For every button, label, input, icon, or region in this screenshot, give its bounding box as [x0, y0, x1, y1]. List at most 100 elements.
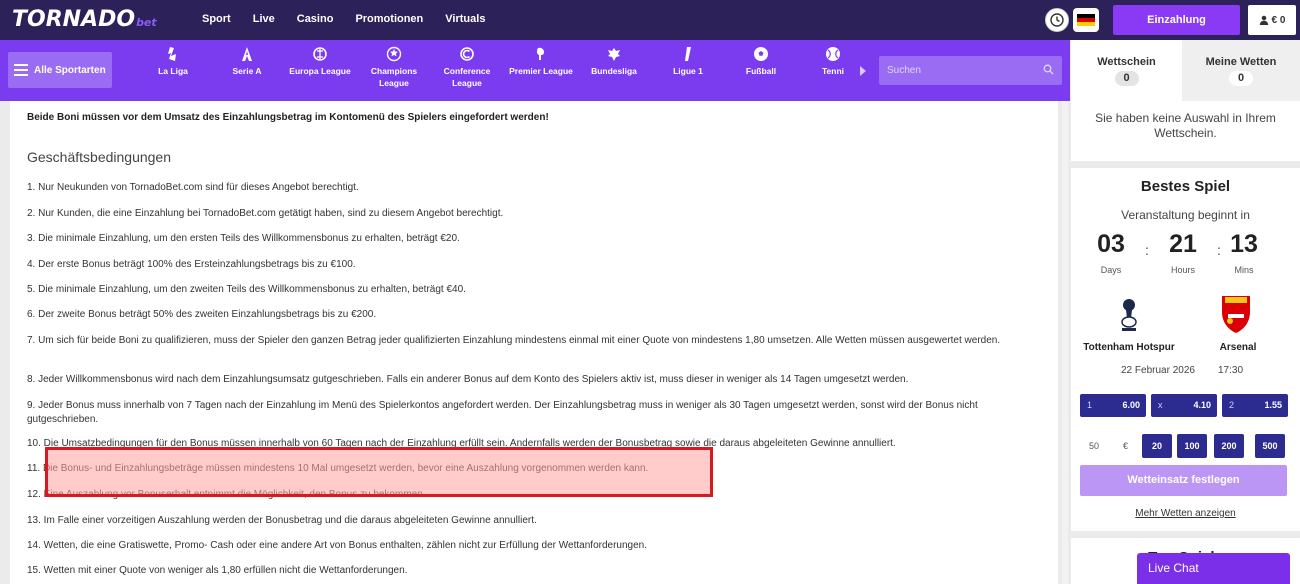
- highlight-annotation-box: [45, 447, 713, 497]
- odd-label: 1: [1087, 400, 1093, 410]
- stake-chip-100[interactable]: 100: [1177, 434, 1207, 458]
- sport-item-premier-league[interactable]: Premier League: [505, 46, 577, 77]
- content-scrollbar[interactable]: [1062, 101, 1068, 584]
- sport-item-laliga[interactable]: La Liga: [137, 46, 209, 77]
- term-item: 9. Jeder Bonus muss innerhalb von 7 Tage…: [27, 400, 978, 425]
- nav-sport[interactable]: Sport: [202, 13, 231, 25]
- german-flag-icon: [1077, 13, 1095, 27]
- sport-item-conference-league[interactable]: Conference League: [431, 46, 503, 89]
- conference-league-icon: [460, 47, 474, 61]
- sport-item-label: La Liga: [158, 66, 188, 76]
- term-item: 4. Der erste Bonus beträgt 100% des Erst…: [27, 259, 356, 270]
- clock-button[interactable]: [1045, 8, 1069, 32]
- countdown-separator: :: [1145, 242, 1149, 258]
- bonus-notice: Beide Boni müssen vor dem Umsatz des Ein…: [27, 112, 549, 123]
- place-bet-button[interactable]: Wetteinsatz festlegen: [1080, 465, 1287, 496]
- odd-home-button[interactable]: 1 6.00: [1080, 394, 1146, 417]
- odd-label: x: [1158, 400, 1163, 410]
- champions-league-icon: [386, 46, 402, 62]
- tab-my-bets[interactable]: Meine Wetten 0: [1182, 40, 1300, 101]
- arsenal-crest-icon: [1222, 296, 1250, 333]
- countdown-hours: 21: [1169, 230, 1197, 258]
- countdown-mins: 13: [1230, 230, 1258, 258]
- stake-chip-500[interactable]: 500: [1255, 434, 1285, 458]
- nav-virtuals[interactable]: Virtuals: [445, 13, 485, 25]
- more-bets-link[interactable]: Mehr Wetten anzeigen: [1071, 508, 1300, 519]
- stake-input[interactable]: 50 €: [1080, 434, 1142, 458]
- brand-logo[interactable]: TORNADObet: [12, 7, 157, 32]
- term-item: 13. Im Falle einer vorzeitigen Auszahlun…: [27, 515, 537, 526]
- language-button[interactable]: [1073, 8, 1099, 32]
- all-sports-button[interactable]: Alle Sportarten: [8, 52, 112, 88]
- term-item: 15. Wetten mit einer Quote von weniger a…: [27, 565, 408, 576]
- laliga-icon: [168, 47, 176, 61]
- tab-bet-slip-label: Wettschein: [1097, 56, 1156, 68]
- sport-item-label: Tenni: [821, 66, 845, 76]
- sport-item-label: Premier League: [509, 66, 573, 76]
- odd-label: 2: [1229, 400, 1235, 410]
- top-nav: Sport Live Casino Promotionen Virtuals: [202, 13, 507, 25]
- nav-live[interactable]: Live: [253, 13, 275, 25]
- bet-slip-panel: Wettschein 0 Meine Wetten 0 Sie haben ke…: [1071, 40, 1300, 161]
- best-game-panel: Bestes Spiel Veranstaltung beginnt in 03…: [1071, 168, 1300, 531]
- bet-slip-count-badge: 0: [1114, 71, 1139, 86]
- sport-item-label: Fußball: [745, 66, 777, 76]
- stake-chip-20[interactable]: 20: [1142, 434, 1172, 458]
- football-icon: [754, 47, 768, 61]
- bundesliga-icon: [608, 48, 620, 61]
- sport-item-label: Bundesliga: [591, 66, 637, 76]
- stake-currency: €: [1123, 441, 1129, 451]
- tab-bet-slip[interactable]: Wettschein 0: [1071, 40, 1182, 101]
- terms-heading: Geschäftsbedingungen: [27, 149, 171, 165]
- odd-value: 6.00: [1122, 400, 1140, 410]
- live-chat-button[interactable]: Live Chat: [1137, 553, 1290, 584]
- term-item: 2. Nur Kunden, die eine Einzahlung bei T…: [27, 208, 504, 219]
- odd-away-button[interactable]: 2 1.55: [1222, 394, 1288, 417]
- sport-item-label: Champions League: [370, 66, 418, 88]
- countdown-mins-unit: Mins: [1234, 265, 1254, 275]
- all-sports-label: Alle Sportarten: [34, 64, 106, 76]
- menu-icon: [14, 64, 28, 76]
- search-input[interactable]: Suchen: [879, 56, 1062, 85]
- sport-item-label: Conference League: [443, 66, 491, 88]
- home-team-name: Tottenham Hotspur: [1083, 342, 1175, 353]
- scroll-right-arrow-icon[interactable]: [860, 66, 866, 76]
- sport-item-football[interactable]: Fußball: [725, 46, 797, 77]
- sport-item-ligue1[interactable]: Ligue 1: [652, 46, 724, 77]
- odd-draw-button[interactable]: x 4.10: [1151, 394, 1217, 417]
- balance-value: € 0: [1271, 14, 1286, 26]
- term-item: 1. Nur Neukunden von TornadoBet.com sind…: [27, 182, 359, 193]
- term-item: 14. Wetten, die eine Gratiswette, Promo-…: [27, 540, 647, 551]
- premier-league-icon: [536, 47, 544, 60]
- term-item: 7. Um sich für beide Boni zu qualifizier…: [27, 335, 1001, 346]
- countdown-days-unit: Days: [1100, 265, 1122, 275]
- nav-promotions[interactable]: Promotionen: [355, 13, 423, 25]
- europa-league-icon: [313, 47, 327, 61]
- match-date: 22 Februar 2026: [1121, 365, 1195, 376]
- sport-item-label: Ligue 1: [673, 66, 703, 76]
- term-item: 8. Jeder Willkommensbonus wird nach dem …: [27, 374, 909, 385]
- empty-bet-slip-message: Sie haben keine Auswahl in Ihrem Wettsch…: [1095, 111, 1276, 140]
- sport-item-champions-league[interactable]: Champions League: [358, 46, 430, 89]
- sport-item-bundesliga[interactable]: Bundesliga: [578, 46, 650, 77]
- my-bets-count-badge: 0: [1229, 71, 1253, 86]
- best-game-title: Bestes Spiel: [1140, 178, 1231, 195]
- wallet-button[interactable]: € 0: [1248, 5, 1296, 35]
- tennis-icon: [826, 47, 840, 61]
- stake-chip-200[interactable]: 200: [1214, 434, 1244, 458]
- tottenham-crest-icon: [1121, 299, 1137, 331]
- term-item: 6. Der zweite Bonus beträgt 50% des zwei…: [27, 309, 377, 320]
- user-icon: [1259, 15, 1268, 25]
- term-item: 3. Die minimale Einzahlung, um den erste…: [27, 233, 460, 244]
- sport-item-tennis[interactable]: Tenni: [798, 46, 868, 77]
- search-icon: [1043, 64, 1054, 75]
- odd-value: 1.55: [1264, 400, 1282, 410]
- deposit-button[interactable]: Einzahlung: [1113, 5, 1240, 35]
- nav-casino[interactable]: Casino: [297, 13, 334, 25]
- sport-item-label: Europa League: [289, 66, 351, 76]
- sport-item-serie-a[interactable]: Serie A: [211, 46, 283, 77]
- sport-item-europa-league[interactable]: Europa League: [284, 46, 356, 77]
- ligue1-icon: [685, 47, 691, 61]
- tab-my-bets-label: Meine Wetten: [1205, 56, 1277, 68]
- sport-item-label: Serie A: [232, 66, 262, 76]
